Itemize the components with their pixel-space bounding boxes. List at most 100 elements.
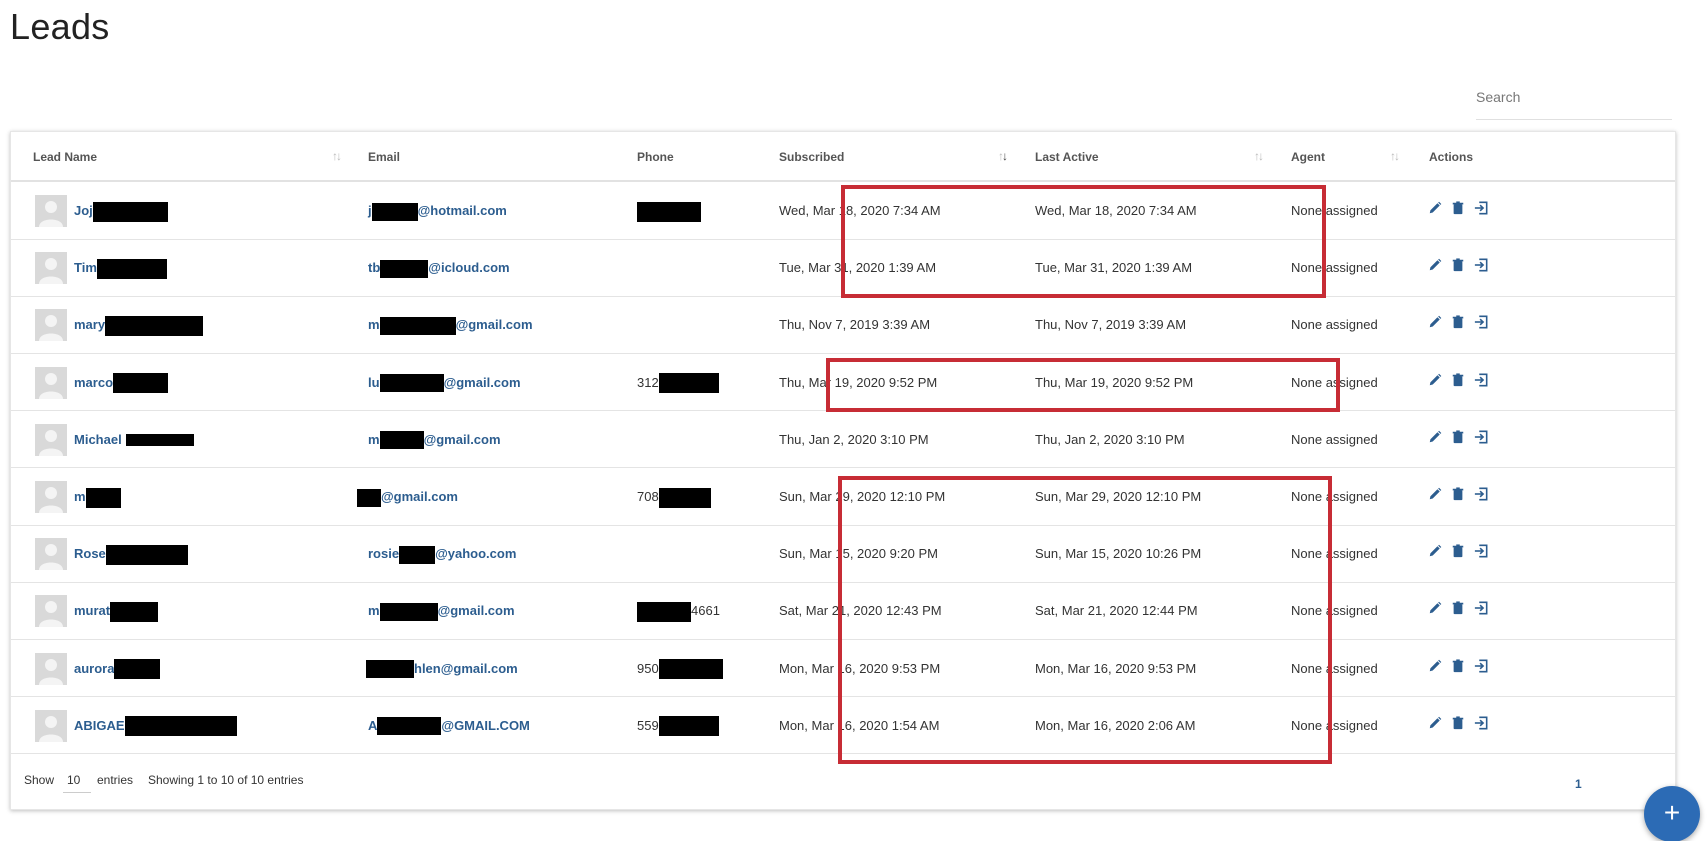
pencil-icon[interactable] bbox=[1428, 486, 1442, 502]
email-link[interactable]: A @GMAIL.COM bbox=[368, 697, 530, 754]
email-suffix[interactable]: @gmail.com bbox=[438, 603, 515, 618]
email-link[interactable]: m @gmail.com bbox=[368, 582, 515, 639]
trash-icon[interactable] bbox=[1451, 372, 1465, 388]
pencil-icon[interactable] bbox=[1428, 543, 1442, 559]
subscribed-date: Sun, Mar 15, 2020 9:20 PM bbox=[779, 546, 938, 562]
sign-in-icon[interactable] bbox=[1474, 372, 1488, 388]
lead-name[interactable]: ABIGAE bbox=[74, 718, 125, 733]
trash-icon[interactable] bbox=[1451, 715, 1465, 731]
email-suffix[interactable]: @gmail.com bbox=[381, 489, 458, 504]
sign-in-icon[interactable] bbox=[1474, 715, 1488, 731]
email-prefix[interactable]: m bbox=[368, 317, 380, 332]
phone-cell: 950 bbox=[637, 640, 723, 697]
column-header-agent[interactable]: Agent bbox=[1291, 132, 1325, 182]
pencil-icon[interactable] bbox=[1428, 200, 1442, 216]
email-suffix[interactable]: hlen@gmail.com bbox=[414, 661, 518, 676]
trash-icon[interactable] bbox=[1451, 257, 1465, 273]
trash-icon[interactable] bbox=[1451, 543, 1465, 559]
email-link[interactable]: m @gmail.com bbox=[368, 296, 533, 353]
lead-name-link[interactable]: Rose bbox=[74, 525, 188, 582]
sign-in-icon[interactable] bbox=[1474, 200, 1488, 216]
email-link[interactable]: m @gmail.com bbox=[368, 411, 501, 468]
pencil-icon[interactable] bbox=[1428, 715, 1442, 731]
trash-icon[interactable] bbox=[1451, 486, 1465, 502]
pagination-page-1[interactable]: 1 bbox=[1575, 777, 1582, 791]
column-header-last-active[interactable]: Last Active bbox=[1035, 132, 1099, 182]
column-header-subscribed[interactable]: Subscribed bbox=[779, 132, 844, 182]
page-title: Leads bbox=[10, 6, 110, 47]
column-header-lead-name[interactable]: Lead Name bbox=[33, 132, 97, 182]
email-suffix[interactable]: @icloud.com bbox=[428, 260, 509, 275]
lead-name-link[interactable]: Joj bbox=[74, 182, 168, 239]
lead-name-link[interactable]: Tim bbox=[74, 239, 167, 296]
add-lead-button[interactable]: + bbox=[1644, 786, 1700, 841]
lead-name-link[interactable]: ABIGAE bbox=[74, 697, 237, 754]
email-prefix[interactable]: lu bbox=[368, 375, 380, 390]
sort-icon[interactable]: ↑↓ bbox=[1390, 150, 1400, 162]
sign-in-icon[interactable] bbox=[1474, 429, 1488, 445]
pencil-icon[interactable] bbox=[1428, 372, 1442, 388]
pencil-icon[interactable] bbox=[1428, 600, 1442, 616]
lead-name[interactable]: Rose bbox=[74, 546, 106, 561]
email-prefix[interactable]: tb bbox=[368, 260, 380, 275]
lead-name[interactable]: aurora bbox=[74, 661, 114, 676]
lead-name-link[interactable]: marco bbox=[74, 354, 169, 411]
email-prefix[interactable]: A bbox=[368, 718, 377, 733]
email-link[interactable]: j @hotmail.com bbox=[368, 182, 507, 239]
lead-name[interactable]: murat bbox=[74, 603, 110, 618]
sort-desc-icon[interactable]: ↑↓ bbox=[998, 150, 1008, 162]
email-link[interactable]: lu @gmail.com bbox=[368, 354, 521, 411]
sort-icon[interactable]: ↑↓ bbox=[332, 150, 342, 162]
trash-icon[interactable] bbox=[1451, 200, 1465, 216]
redacted-block bbox=[105, 315, 204, 336]
trash-icon[interactable] bbox=[1451, 314, 1465, 330]
sign-in-icon[interactable] bbox=[1474, 600, 1488, 616]
email-prefix[interactable]: m bbox=[368, 432, 380, 447]
lead-name[interactable]: mary bbox=[74, 317, 105, 332]
lead-name[interactable]: Tim bbox=[74, 260, 97, 275]
lead-name[interactable]: Joj bbox=[74, 203, 93, 218]
entries-label: entries bbox=[97, 773, 134, 787]
email-link[interactable]: hlen@gmail.com bbox=[366, 640, 518, 697]
search-input[interactable] bbox=[1476, 82, 1672, 112]
email-suffix[interactable]: @gmail.com bbox=[444, 375, 521, 390]
sign-in-icon[interactable] bbox=[1474, 314, 1488, 330]
sign-in-icon[interactable] bbox=[1474, 257, 1488, 273]
sort-icon[interactable]: ↑↓ bbox=[1254, 150, 1264, 162]
redacted-block bbox=[379, 316, 456, 335]
email-link[interactable]: rosie @yahoo.com bbox=[368, 525, 516, 582]
trash-icon[interactable] bbox=[1451, 429, 1465, 445]
sign-in-icon[interactable] bbox=[1474, 658, 1488, 674]
trash-icon[interactable] bbox=[1451, 600, 1465, 616]
page-length-select[interactable]: 10 bbox=[63, 767, 91, 793]
column-header-phone: Phone bbox=[637, 150, 674, 164]
pencil-icon[interactable] bbox=[1428, 257, 1442, 273]
lead-name-link[interactable]: aurora bbox=[74, 640, 161, 697]
email-suffix[interactable]: @gmail.com bbox=[456, 317, 533, 332]
lead-name-link[interactable]: mary bbox=[74, 296, 204, 353]
email-link[interactable]: @gmail.com bbox=[357, 468, 458, 525]
email-link[interactable]: tb @icloud.com bbox=[368, 239, 510, 296]
lead-name[interactable]: marco bbox=[74, 375, 113, 390]
email-suffix[interactable]: @hotmail.com bbox=[418, 203, 507, 218]
lead-name-link[interactable]: murat bbox=[74, 582, 159, 639]
table-info: Showing 1 to 10 of 10 entries bbox=[148, 773, 304, 787]
pencil-icon[interactable] bbox=[1428, 314, 1442, 330]
last-active-date: Thu, Nov 7, 2019 3:39 AM bbox=[1035, 317, 1187, 333]
pencil-icon[interactable] bbox=[1428, 658, 1442, 674]
sign-in-icon[interactable] bbox=[1474, 486, 1488, 502]
email-prefix[interactable]: rosie bbox=[368, 546, 399, 561]
email-suffix[interactable]: @yahoo.com bbox=[435, 546, 516, 561]
last-active-date: Sat, Mar 21, 2020 12:44 PM bbox=[1035, 603, 1198, 619]
lead-name[interactable]: m bbox=[74, 489, 86, 504]
pencil-icon[interactable] bbox=[1428, 429, 1442, 445]
trash-icon[interactable] bbox=[1451, 658, 1465, 674]
email-prefix[interactable]: m bbox=[368, 603, 380, 618]
email-suffix[interactable]: @GMAIL.COM bbox=[441, 718, 530, 733]
lead-name-link[interactable]: Michael bbox=[74, 411, 194, 468]
lead-name[interactable]: Michael bbox=[74, 432, 122, 447]
lead-name-link[interactable]: m bbox=[74, 468, 121, 525]
search-box[interactable] bbox=[1476, 82, 1672, 120]
sign-in-icon[interactable] bbox=[1474, 543, 1488, 559]
email-suffix[interactable]: @gmail.com bbox=[424, 432, 501, 447]
